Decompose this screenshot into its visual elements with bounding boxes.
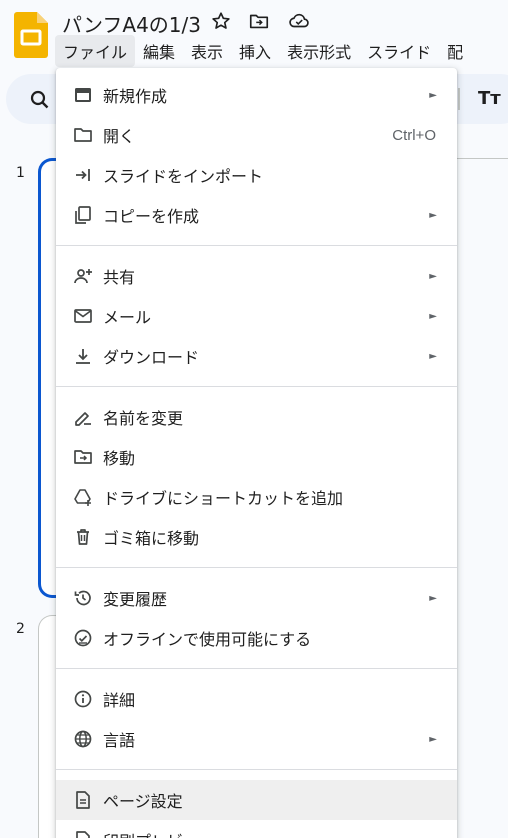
menu-item-label: 名前を変更 <box>103 409 184 428</box>
menubar-insert[interactable]: 挿入 <box>231 35 279 67</box>
menu-item-label: 新規作成 <box>103 87 168 106</box>
menubar-file[interactable]: ファイル <box>55 35 136 67</box>
menu-divider <box>56 386 457 387</box>
menu-item-label: 開く <box>103 127 136 146</box>
new-slide-icon <box>72 84 94 106</box>
menu-divider <box>56 245 457 246</box>
menu-item-label: ページ設定 <box>103 792 183 811</box>
menubar: ファイル 編集 表示 挿入 表示形式 スライド 配 <box>55 35 471 67</box>
print-preview-icon <box>72 829 94 838</box>
menu-item-label: 言語 <box>103 731 136 750</box>
menu-item-open[interactable]: 開く Ctrl+O <box>56 115 457 155</box>
menu-item-new[interactable]: 新規作成 ► <box>56 75 457 115</box>
menu-item-label: ダウンロード <box>103 348 200 367</box>
menu-item-label: 移動 <box>103 449 136 468</box>
offline-icon <box>72 627 94 649</box>
menu-item-label: メール <box>103 308 152 327</box>
slides-logo-icon[interactable] <box>14 12 48 58</box>
submenu-arrow-icon: ► <box>429 270 437 282</box>
menu-item-share[interactable]: 共有 ► <box>56 256 457 296</box>
submenu-arrow-icon: ► <box>429 209 437 221</box>
import-icon <box>72 164 94 186</box>
info-icon <box>72 688 94 710</box>
menu-item-label: ドライブにショートカットを追加 <box>103 489 344 508</box>
menu-item-label: 印刷プレビュー <box>103 828 215 838</box>
document-title[interactable]: パンフA4の1/3 <box>62 9 201 38</box>
page-setup-icon <box>72 789 94 811</box>
slide-number: 1 <box>16 165 25 181</box>
menubar-format[interactable]: 表示形式 <box>279 35 359 67</box>
menu-item-print-preview[interactable]: 印刷プレビュー <box>56 820 457 838</box>
menu-item-import-slides[interactable]: スライドをインポート <box>56 155 457 195</box>
menu-item-download[interactable]: ダウンロード ► <box>56 336 457 376</box>
menu-item-make-copy[interactable]: コピーを作成 ► <box>56 195 457 235</box>
search-menus-icon[interactable] <box>28 88 52 112</box>
keyboard-shortcut: Ctrl+O <box>392 126 436 144</box>
file-menu: 新規作成 ► 開く Ctrl+O スライドをインポート コピーを作成 ► 共有 … <box>56 68 457 838</box>
download-icon <box>72 345 94 367</box>
move-to-folder-icon[interactable] <box>248 10 270 32</box>
cloud-saved-icon[interactable] <box>288 10 310 32</box>
toolbar-divider <box>458 88 460 110</box>
menu-item-label: ゴミ箱に移動 <box>103 529 200 548</box>
menubar-edit[interactable]: 編集 <box>135 35 183 67</box>
rename-icon <box>72 406 94 428</box>
menu-item-label: 変更履歴 <box>103 590 168 609</box>
menubar-arrange[interactable]: 配 <box>439 35 471 67</box>
folder-open-icon <box>72 124 94 146</box>
drive-shortcut-icon <box>72 486 94 508</box>
menubar-slide[interactable]: スライド <box>359 35 439 67</box>
submenu-arrow-icon: ► <box>429 592 437 604</box>
menu-divider <box>56 567 457 568</box>
menu-item-label: コピーを作成 <box>103 207 200 226</box>
menu-item-version-history[interactable]: 変更履歴 ► <box>56 578 457 618</box>
menu-item-label: オフラインで使用可能にする <box>103 630 312 649</box>
submenu-arrow-icon: ► <box>429 733 437 745</box>
menu-item-page-setup[interactable]: ページ設定 <box>56 780 457 820</box>
menu-item-move[interactable]: 移動 <box>56 437 457 477</box>
globe-icon <box>72 728 94 750</box>
move-folder-icon <box>72 446 94 468</box>
menu-item-details[interactable]: 詳細 <box>56 679 457 719</box>
menu-divider <box>56 668 457 669</box>
menu-item-add-drive-shortcut[interactable]: ドライブにショートカットを追加 <box>56 477 457 517</box>
copy-icon <box>72 204 94 226</box>
menu-item-label: 共有 <box>103 268 136 287</box>
text-format-button[interactable]: Tт <box>478 88 501 109</box>
menu-item-email[interactable]: メール ► <box>56 296 457 336</box>
submenu-arrow-icon: ► <box>429 310 437 322</box>
menu-item-make-available-offline[interactable]: オフラインで使用可能にする <box>56 618 457 658</box>
star-icon[interactable] <box>210 10 232 32</box>
submenu-arrow-icon: ► <box>429 350 437 362</box>
menu-item-label: スライドをインポート <box>103 167 264 186</box>
menu-divider <box>56 769 457 770</box>
submenu-arrow-icon: ► <box>429 89 437 101</box>
person-add-icon <box>72 265 94 287</box>
history-icon <box>72 587 94 609</box>
menubar-view[interactable]: 表示 <box>183 35 231 67</box>
menu-item-rename[interactable]: 名前を変更 <box>56 397 457 437</box>
trash-icon <box>72 526 94 548</box>
menu-item-label: 詳細 <box>103 691 136 710</box>
mail-icon <box>72 305 94 327</box>
menu-item-language[interactable]: 言語 ► <box>56 719 457 759</box>
menu-item-move-to-trash[interactable]: ゴミ箱に移動 <box>56 517 457 557</box>
canvas-edge <box>456 158 508 159</box>
slide-number: 2 <box>16 621 25 637</box>
